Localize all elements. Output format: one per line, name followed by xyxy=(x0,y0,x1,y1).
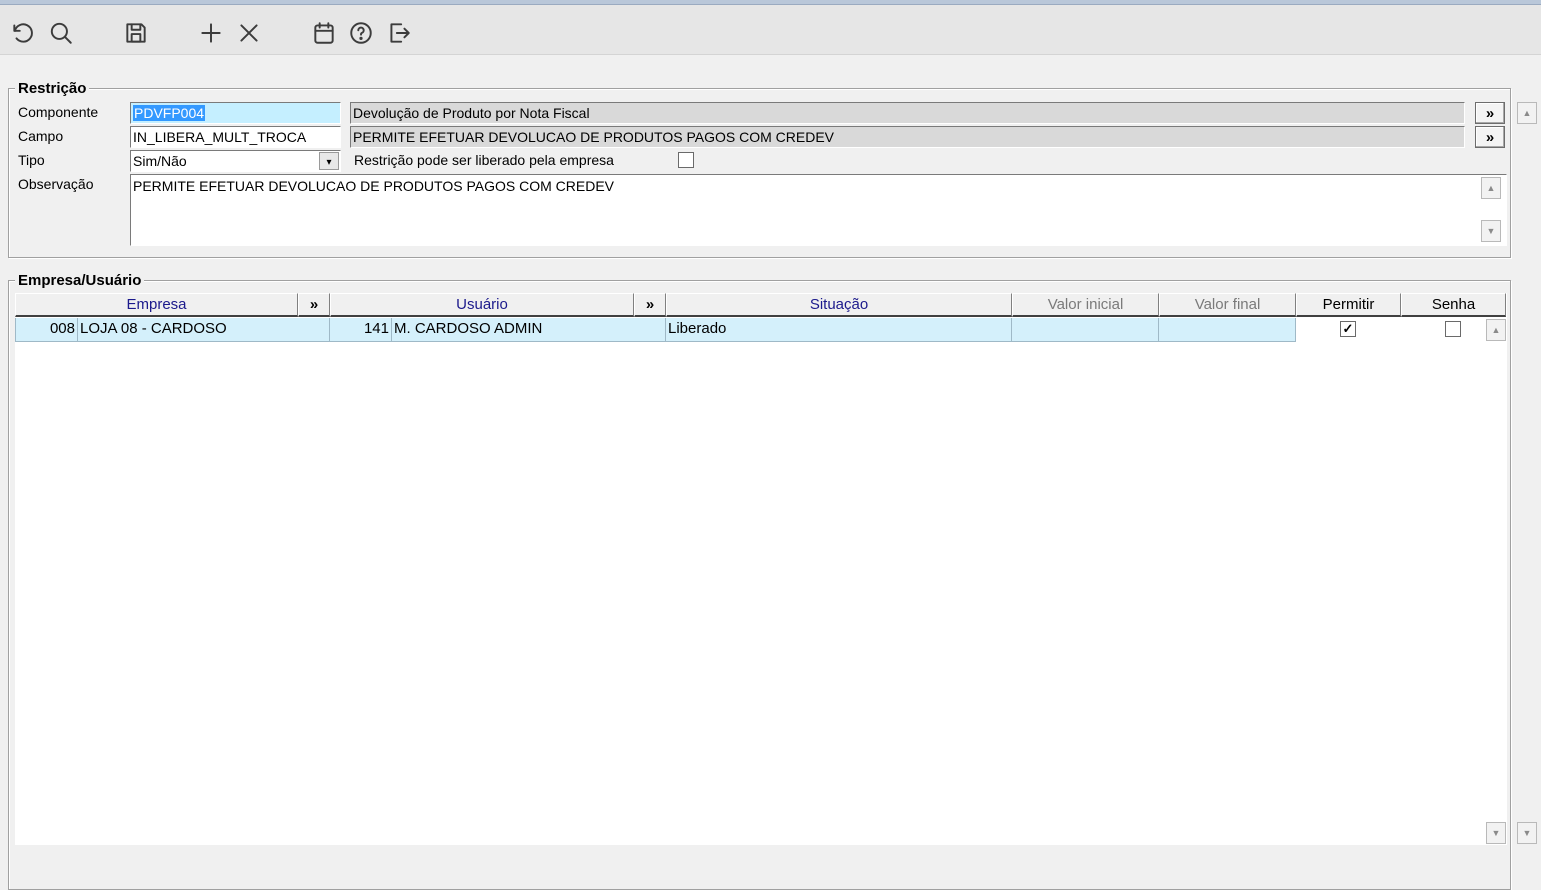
column-header-empresa[interactable]: Empresa xyxy=(15,293,298,317)
empresa-lookup-button[interactable]: » xyxy=(298,293,330,317)
observacao-value: PERMITE EFETUAR DEVOLUCAO DE PRODUTOS PA… xyxy=(133,178,614,194)
componente-value: PDVFP004 xyxy=(133,105,206,121)
exit-icon[interactable] xyxy=(385,19,413,47)
componente-label: Componente xyxy=(18,104,99,120)
campo-lookup-button[interactable]: » xyxy=(1475,126,1505,148)
cell-valor-inicial[interactable] xyxy=(1012,318,1159,342)
tipo-value: Sim/Não xyxy=(133,153,187,169)
tipo-label: Tipo xyxy=(18,152,45,168)
cell-valor-final[interactable] xyxy=(1159,318,1296,342)
search-icon[interactable] xyxy=(47,19,75,47)
liberado-empresa-checkbox[interactable] xyxy=(678,152,694,168)
observacao-label: Observação xyxy=(18,176,94,192)
cell-usuario-cod[interactable]: 141 xyxy=(330,318,392,342)
grid-scroll-down-icon[interactable]: ▼ xyxy=(1486,822,1506,844)
undo-icon[interactable] xyxy=(9,19,37,47)
usuario-lookup-button[interactable]: » xyxy=(634,293,666,317)
liberado-empresa-label: Restrição pode ser liberado pela empresa xyxy=(354,152,614,168)
column-header-usuario[interactable]: Usuário xyxy=(330,293,634,317)
chevron-down-icon[interactable]: ▾ xyxy=(319,152,339,170)
empresa-usuario-grid[interactable] xyxy=(15,293,1507,845)
componente-lookup-button[interactable]: » xyxy=(1475,102,1505,124)
grid-scroll-up-icon[interactable]: ▲ xyxy=(1486,319,1506,341)
add-icon[interactable] xyxy=(197,19,225,47)
check-icon: ✓ xyxy=(1342,321,1354,336)
column-header-permitir[interactable]: Permitir xyxy=(1296,293,1401,317)
column-header-valor-final[interactable]: Valor final xyxy=(1159,293,1296,317)
column-header-situacao[interactable]: Situação xyxy=(666,293,1012,317)
componente-field[interactable]: PDVFP004 xyxy=(130,102,341,124)
campo-description: PERMITE EFETUAR DEVOLUCAO DE PRODUTOS PA… xyxy=(350,126,1465,148)
cell-empresa-cod[interactable]: 008 xyxy=(15,318,78,342)
componente-description: Devolução de Produto por Nota Fiscal xyxy=(350,102,1465,124)
column-header-valor-inicial[interactable]: Valor inicial xyxy=(1012,293,1159,317)
cell-permitir-checkbox[interactable]: ✓ xyxy=(1340,321,1356,337)
cell-situacao[interactable]: Liberado xyxy=(666,318,1012,342)
tipo-select[interactable]: Sim/Não ▾ xyxy=(130,150,341,172)
column-header-senha[interactable]: Senha xyxy=(1401,293,1506,317)
observacao-scroll-down-icon[interactable]: ▼ xyxy=(1481,220,1501,242)
save-icon[interactable] xyxy=(122,19,150,47)
help-icon[interactable] xyxy=(347,19,375,47)
toolbar xyxy=(0,5,1541,55)
observacao-scroll-up-icon[interactable]: ▲ xyxy=(1481,177,1501,199)
cell-usuario-nome[interactable]: M. CARDOSO ADMIN xyxy=(392,318,666,342)
delete-icon[interactable] xyxy=(235,19,263,47)
calendar-icon[interactable] xyxy=(310,19,338,47)
campo-label: Campo xyxy=(18,128,64,144)
restricao-legend: Restrição xyxy=(15,80,90,97)
form-scroll-up-icon[interactable]: ▲ xyxy=(1517,102,1537,124)
cell-senha-checkbox[interactable] xyxy=(1445,321,1461,337)
empresa-usuario-legend: Empresa/Usuário xyxy=(15,272,145,289)
campo-field[interactable]: IN_LIBERA_MULT_TROCA xyxy=(130,126,341,148)
form-scroll-down-icon[interactable]: ▼ xyxy=(1517,822,1537,844)
observacao-textarea[interactable]: PERMITE EFETUAR DEVOLUCAO DE PRODUTOS PA… xyxy=(130,174,1507,246)
cell-empresa-nome[interactable]: LOJA 08 - CARDOSO xyxy=(78,318,330,342)
